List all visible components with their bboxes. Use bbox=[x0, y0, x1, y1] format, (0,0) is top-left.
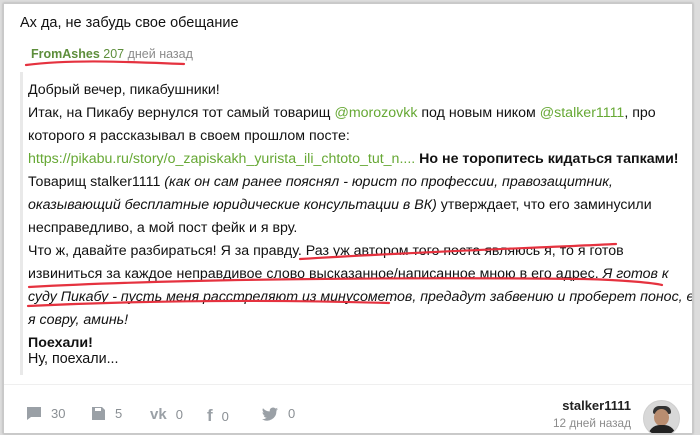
mention-link[interactable]: @morozovkk bbox=[334, 105, 417, 121]
quote-line: оказывающий бесплатные юридические консу… bbox=[28, 197, 652, 213]
facebook-share[interactable]: f 0 bbox=[207, 406, 229, 426]
author-username[interactable]: stalker1111 bbox=[553, 398, 631, 413]
quote-line: https://pikabu.ru/story/o_zapiskakh_yuri… bbox=[28, 151, 679, 167]
saves-count[interactable]: 5 bbox=[91, 406, 122, 421]
vk-share[interactable]: vk 0 bbox=[150, 406, 183, 423]
reply-text: Ах да, не забудь свое обещание bbox=[20, 15, 239, 31]
story-footer: 30 5 vk 0 f 0 0 stalker1111 12 дней наза… bbox=[4, 394, 692, 433]
mention-link[interactable]: @stalker1111 bbox=[540, 105, 625, 121]
quote-days-count: 207 bbox=[103, 47, 125, 61]
comment-icon bbox=[27, 407, 41, 420]
save-icon bbox=[92, 407, 105, 420]
quote-line: Товарищ stalker1111 (как он сам ранее по… bbox=[28, 174, 613, 190]
quote-header: FromAshes 207 дней назад bbox=[31, 47, 193, 61]
quote-line: извиниться за каждое неправдивое слово в… bbox=[28, 266, 669, 282]
comment-card: Ах да, не забудь свое обещание FromAshes… bbox=[3, 3, 693, 434]
quote-line: суду Пикабу - пусть меня расстреляют из … bbox=[28, 289, 693, 305]
quote-line: Добрый вечер, пикабушники! bbox=[28, 82, 220, 98]
vk-icon: vk bbox=[150, 406, 167, 423]
comment-tail-text: Ну, поехали... bbox=[28, 351, 119, 367]
quote-author-link[interactable]: FromAshes bbox=[31, 47, 100, 61]
comments-count[interactable]: 30 bbox=[26, 406, 65, 421]
quote-line: Что ж, давайте разбираться! Я за правду.… bbox=[28, 243, 624, 259]
quote-line: несправедливо, а мой пост фейк и я вру. bbox=[28, 220, 298, 236]
quote-line: которого я рассказывал в своем прошлом п… bbox=[28, 128, 350, 144]
twitter-icon bbox=[262, 407, 278, 421]
quote-line: Итак, на Пикабу вернулся тот самый товар… bbox=[28, 105, 656, 121]
quote-bar bbox=[20, 72, 23, 375]
author-block: stalker1111 12 дней назад bbox=[553, 398, 631, 430]
quote-line: я совру, аминь! bbox=[28, 312, 129, 328]
twitter-share[interactable]: 0 bbox=[262, 406, 295, 421]
avatar[interactable] bbox=[643, 400, 680, 433]
story-link[interactable]: https://pikabu.ru/story/o_zapiskakh_yuri… bbox=[28, 151, 415, 167]
footer-divider bbox=[4, 384, 692, 385]
quote-days-label: дней назад bbox=[127, 47, 193, 61]
facebook-icon: f bbox=[207, 406, 213, 425]
post-time: 12 дней назад bbox=[552, 416, 631, 430]
